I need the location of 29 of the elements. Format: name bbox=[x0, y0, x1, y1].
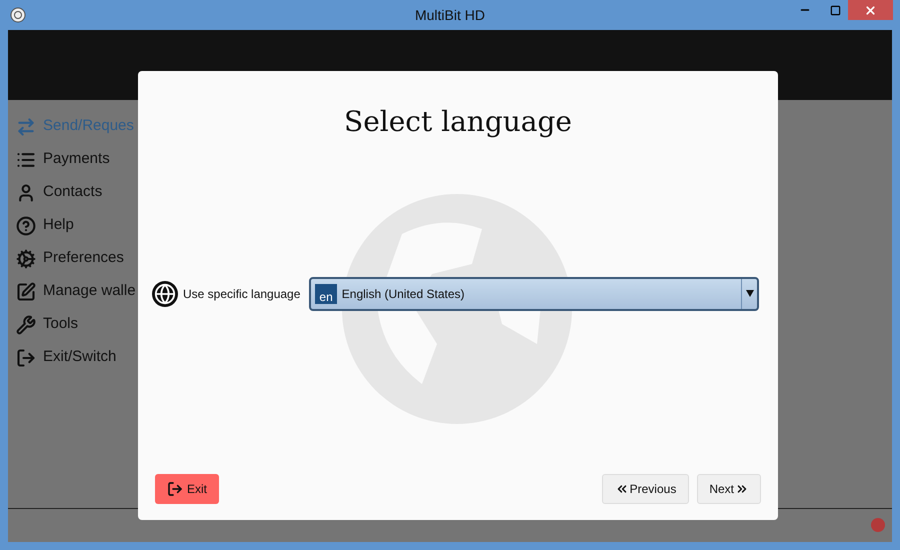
sidebar-item[interactable]: Contacts bbox=[16, 176, 140, 209]
exit-icon bbox=[16, 348, 36, 368]
sidebar-item[interactable]: Tools bbox=[16, 308, 140, 341]
previous-button[interactable]: Previous bbox=[602, 474, 690, 504]
sidebar-item[interactable]: Manage walle bbox=[16, 275, 140, 308]
sidebar-item[interactable]: Preferences bbox=[16, 242, 140, 275]
maximize-icon bbox=[830, 4, 840, 16]
dialog-title: Select language bbox=[343, 104, 573, 140]
language-code-badge: en bbox=[315, 284, 337, 304]
language-dropdown[interactable]: en English (United States) bbox=[309, 276, 760, 310]
language-value: English (United States) bbox=[342, 286, 466, 302]
exit-button[interactable]: Exit bbox=[155, 474, 220, 504]
gear-icon bbox=[16, 248, 36, 268]
language-label: Use specific language bbox=[183, 286, 300, 302]
sidebar-item[interactable]: Payments bbox=[16, 143, 140, 176]
wrench-icon bbox=[16, 314, 36, 334]
user-icon bbox=[16, 182, 36, 202]
next-button[interactable]: Next bbox=[697, 474, 761, 504]
transfer-icon bbox=[16, 116, 36, 136]
exit-icon bbox=[167, 481, 183, 497]
sidebar-item[interactable]: Help bbox=[16, 209, 140, 242]
sidebar-item[interactable]: Exit/Switch bbox=[16, 341, 140, 374]
close-button[interactable] bbox=[848, 0, 893, 20]
close-icon bbox=[864, 4, 877, 16]
window-title: MultiBit HD bbox=[414, 6, 485, 24]
globe-icon bbox=[152, 280, 178, 306]
edit-icon bbox=[16, 282, 36, 302]
app-logo-icon bbox=[10, 7, 26, 23]
question-icon bbox=[16, 216, 36, 236]
